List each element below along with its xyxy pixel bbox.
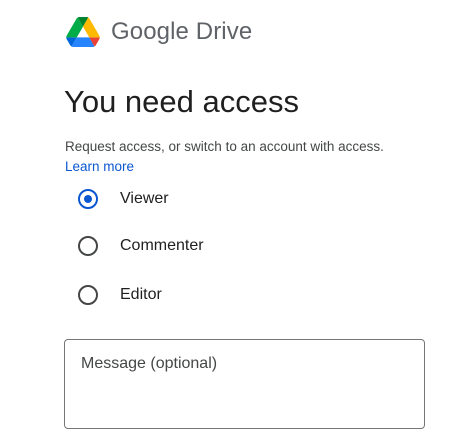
role-option-viewer[interactable]: Viewer	[78, 187, 169, 211]
page-title: You need access	[64, 84, 299, 119]
editor-label: Editor	[120, 286, 162, 303]
learn-more-link[interactable]: Learn more	[65, 159, 134, 174]
role-option-editor[interactable]: Editor	[78, 283, 162, 307]
commenter-label: Commenter	[120, 237, 204, 254]
editor-radio[interactable]	[78, 285, 98, 305]
brand-name: Google Drive	[111, 18, 253, 45]
access-subtitle: Request access, or switch to an account …	[65, 137, 435, 177]
viewer-radio[interactable]	[78, 189, 98, 209]
commenter-radio[interactable]	[78, 236, 98, 256]
google-drive-logo-icon	[66, 17, 100, 47]
role-option-commenter[interactable]: Commenter	[78, 234, 204, 258]
radio-selected-dot	[84, 195, 92, 203]
header: Google Drive	[66, 16, 252, 48]
viewer-label: Viewer	[120, 190, 169, 207]
message-input[interactable]	[64, 339, 425, 429]
subtitle-text: Request access, or switch to an account …	[65, 139, 384, 154]
